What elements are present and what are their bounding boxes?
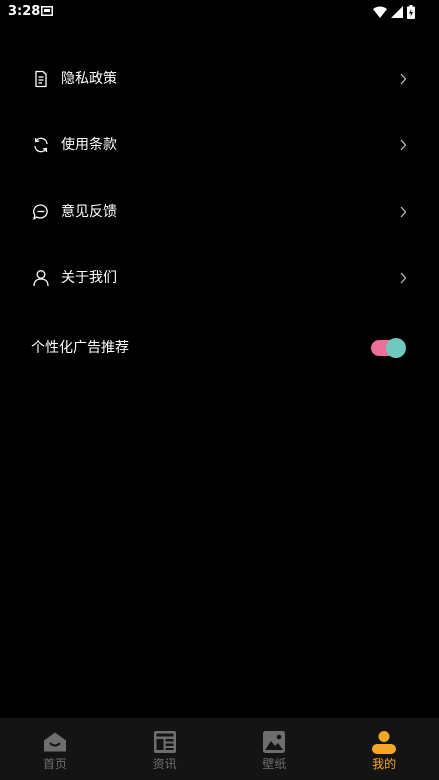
news-icon — [153, 731, 176, 753]
wifi-icon — [373, 6, 387, 18]
profile-icon — [372, 731, 397, 754]
tab-mine[interactable]: 我的 — [329, 718, 439, 780]
person-icon — [33, 270, 49, 287]
tab-home[interactable]: 首页 — [0, 718, 110, 780]
status-bar: 3:28 — [0, 0, 439, 24]
tab-wallpaper[interactable]: 壁纸 — [220, 718, 330, 780]
home-icon — [43, 732, 66, 752]
personalized-ads-setting: 个性化广告推荐 — [0, 318, 439, 378]
menu-item-label: 意见反馈 — [61, 204, 117, 220]
chevron-right-icon — [400, 206, 407, 218]
bottom-tab-bar: 首页 资讯 壁纸 我的 — [0, 718, 439, 780]
menu-item-terms-of-use[interactable]: 使用条款 — [0, 112, 439, 178]
menu-item-label: 关于我们 — [61, 270, 117, 286]
status-time: 3:28 — [8, 4, 41, 19]
battery-charging-icon — [407, 5, 415, 19]
image-icon — [263, 731, 286, 753]
chat-bubble-icon — [33, 204, 48, 220]
menu-item-label: 使用条款 — [61, 137, 117, 153]
tab-label: 首页 — [42, 757, 67, 771]
chevron-right-icon — [400, 139, 407, 151]
cellular-signal-icon — [391, 6, 403, 18]
media-notification-icon — [41, 6, 53, 16]
tab-label: 资讯 — [152, 757, 177, 771]
personalized-ads-label: 个性化广告推荐 — [31, 340, 129, 356]
chevron-right-icon — [400, 272, 407, 284]
tab-label: 壁纸 — [262, 757, 287, 771]
menu-item-privacy-policy[interactable]: 隐私政策 — [0, 46, 439, 112]
chevron-right-icon — [400, 73, 407, 85]
menu-item-feedback[interactable]: 意见反馈 — [0, 179, 439, 245]
menu-item-label: 隐私政策 — [61, 71, 117, 87]
menu-item-about-us[interactable]: 关于我们 — [0, 245, 439, 311]
tab-label: 我的 — [372, 757, 397, 771]
refresh-icon — [34, 137, 48, 153]
document-icon — [35, 70, 47, 88]
toggle-knob — [386, 338, 406, 358]
tab-news[interactable]: 资讯 — [110, 718, 220, 780]
personalized-ads-toggle[interactable] — [370, 338, 406, 358]
